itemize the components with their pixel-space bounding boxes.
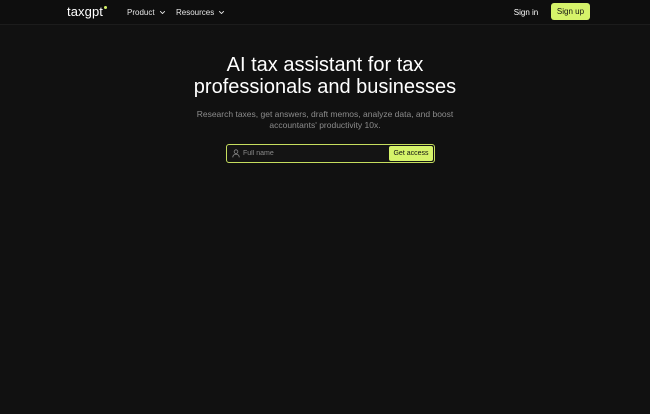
top-navbar: taxgpt Product Resources Sign in Sign up (0, 0, 650, 25)
nav-resources[interactable]: Resources (176, 0, 225, 24)
chevron-down-icon (159, 10, 165, 14)
hero-title-line-1: AI tax assistant for tax (226, 54, 424, 76)
hero-title-line-2: professionals and businesses (193, 76, 457, 98)
hero-subtitle: Research taxes, get answers, draft memos… (0, 109, 650, 131)
nav-resources-label: Resources (176, 7, 215, 17)
get-access-button[interactable]: Get access (389, 146, 433, 161)
hero-subtitle-line-1: Research taxes, get answers, draft memos… (196, 109, 454, 119)
page: taxgpt Product Resources Sign in Sign up… (0, 0, 650, 414)
hero-subtitle-line-2: accountants' productivity 10x. (269, 120, 381, 130)
chevron-down-icon (219, 10, 225, 14)
logo-dot (104, 6, 108, 9)
user-icon (232, 149, 240, 158)
full-name-input[interactable] (243, 146, 388, 161)
nav-product[interactable]: Product (127, 0, 166, 24)
taxgpt-logo[interactable]: taxgpt (67, 4, 108, 19)
sign-in-button[interactable]: Sign in (507, 3, 545, 21)
nav-product-label: Product (127, 7, 155, 17)
access-form: Get access (226, 144, 435, 163)
hero-title: AI tax assistant for tax professionals a… (0, 54, 650, 98)
sign-up-button[interactable]: Sign up (551, 3, 590, 20)
logo-text: taxgpt (67, 4, 104, 19)
